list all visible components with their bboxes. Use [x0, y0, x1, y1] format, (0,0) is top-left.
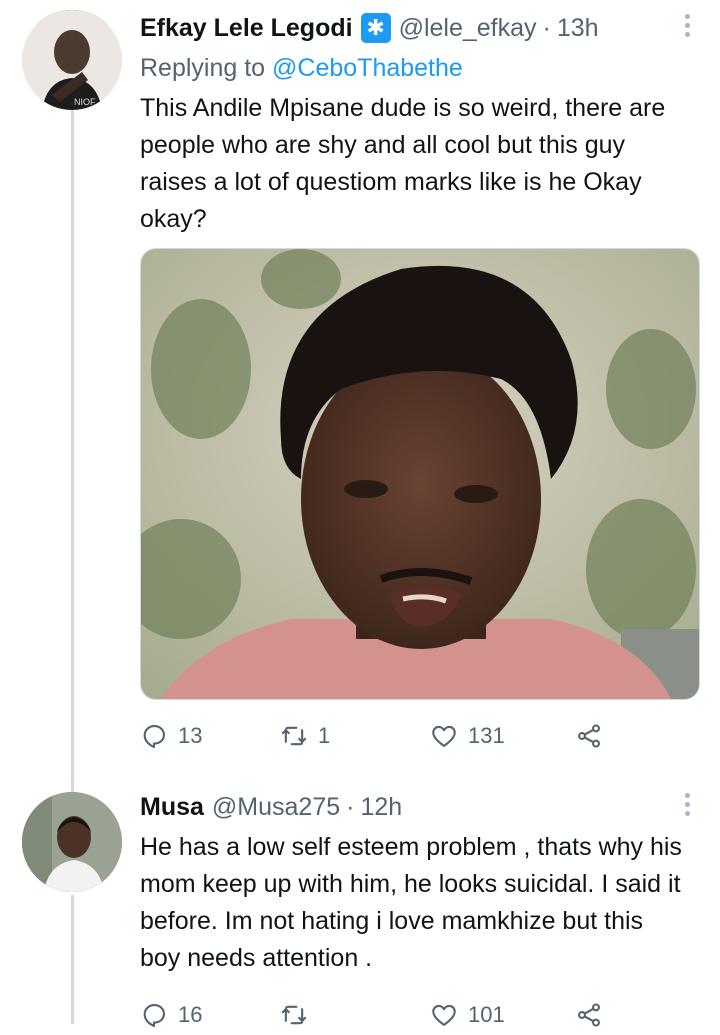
reply-button[interactable]: 13 [140, 722, 280, 750]
author-handle[interactable]: @lele_efkay [399, 14, 537, 43]
like-button[interactable]: 131 [430, 722, 575, 750]
replying-to-mention[interactable]: @CeboThabethe [272, 54, 463, 82]
tweet-header: Musa @Musa275 · 12h [140, 785, 700, 829]
avatar-image [22, 792, 122, 892]
avatar-image: NIOF [22, 10, 122, 110]
thread-connector-line [71, 110, 74, 800]
author-name[interactable]: Musa [140, 793, 204, 822]
tweet-header: Efkay Lele Legodi ✱ @lele_efkay · 13h [140, 6, 700, 50]
reply-icon [143, 1004, 165, 1028]
replying-to: Replying to @CeboThabethe [140, 50, 700, 86]
more-vertical-icon[interactable] [682, 793, 692, 823]
retweet-icon [281, 726, 307, 746]
like-button[interactable]: 101 [430, 1001, 575, 1029]
like-count: 131 [468, 723, 505, 748]
share-button[interactable] [575, 722, 603, 750]
more-vertical-icon[interactable] [682, 14, 692, 44]
tweet-text: He has a low self esteem problem , thats… [140, 833, 682, 972]
retweet-button[interactable]: 1 [280, 722, 430, 750]
reply-count: 16 [178, 1002, 203, 1027]
avatar[interactable] [22, 792, 122, 892]
star-badge-icon: ✱ [360, 13, 391, 43]
svg-text:NIOF: NIOF [74, 97, 96, 107]
tweet-media-photo[interactable] [140, 248, 700, 700]
separator-dot: · [542, 13, 551, 42]
separator-dot: · [346, 792, 355, 821]
heart-icon [432, 725, 456, 747]
reply-count: 13 [178, 723, 203, 748]
thread-connector-line-bottom [71, 895, 74, 1024]
retweet-icon [281, 1005, 307, 1025]
tweet-timestamp[interactable]: 12h [360, 793, 402, 822]
share-button[interactable] [575, 1001, 603, 1029]
tweet-actions: 16 101 [140, 995, 700, 1035]
retweet-count: 1 [318, 723, 331, 748]
reply-button[interactable]: 16 [140, 1001, 280, 1029]
photo-of-man-icon [141, 249, 699, 699]
author-handle[interactable]: @Musa275 [212, 793, 340, 822]
tweet[interactable]: Efkay Lele Legodi ✱ @lele_efkay · 13h Re… [140, 6, 700, 756]
reply-icon [143, 725, 165, 749]
replying-prefix: Replying to [140, 54, 266, 82]
tweet[interactable]: Musa @Musa275 · 12h He has a low self es… [140, 785, 700, 1035]
author-name[interactable]: Efkay Lele Legodi [140, 14, 353, 43]
heart-icon [432, 1004, 456, 1026]
tweet-actions: 13 1 131 [140, 716, 700, 756]
avatar[interactable]: NIOF [22, 10, 122, 110]
tweet-text: This Andile Mpisane dude is so weird, th… [140, 94, 666, 233]
retweet-button[interactable] [280, 1001, 430, 1029]
like-count: 101 [468, 1002, 505, 1027]
share-icon [578, 724, 600, 748]
tweet-timestamp[interactable]: 13h [557, 14, 599, 43]
share-icon [578, 1003, 600, 1027]
